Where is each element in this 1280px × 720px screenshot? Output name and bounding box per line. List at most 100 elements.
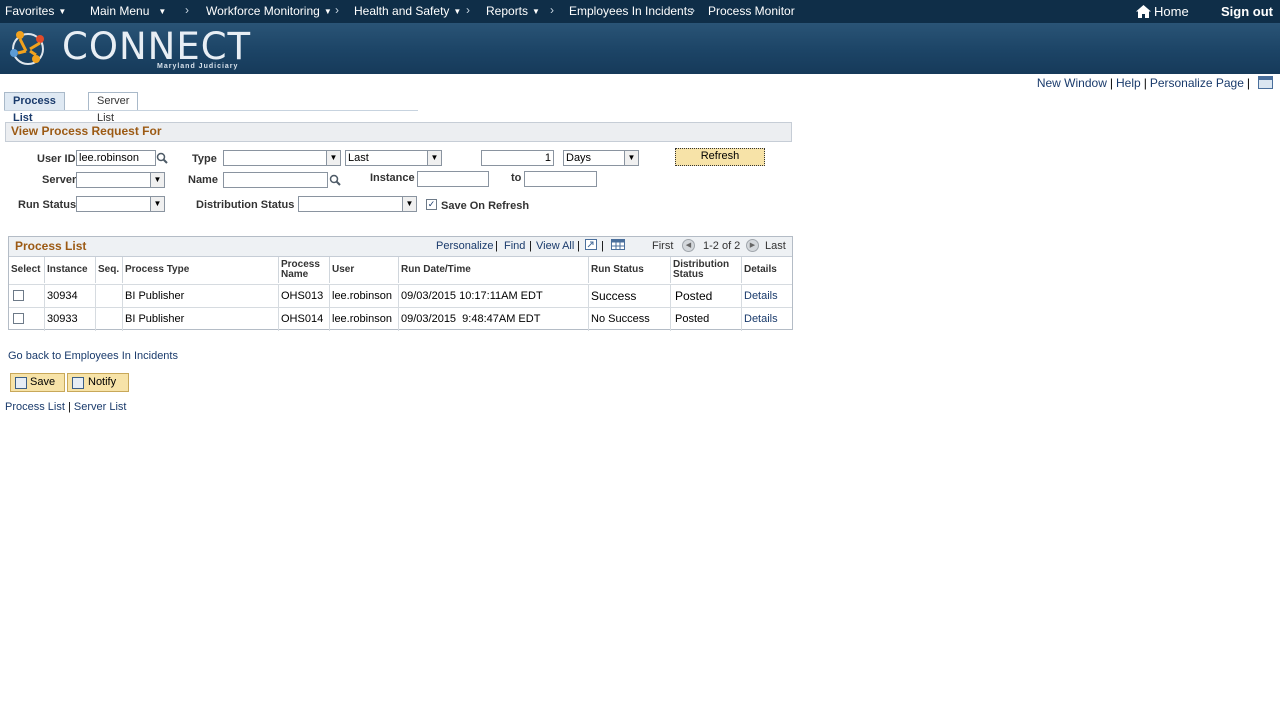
brand-name: CONNECT <box>62 25 252 68</box>
go-back-link[interactable]: Go back to Employees In Incidents <box>8 350 178 362</box>
time-count-input[interactable]: 1 <box>481 150 554 166</box>
separator: | <box>1143 76 1147 90</box>
brand-banner: CONNECT Maryland Judiciary <box>0 23 1280 74</box>
user-cell: lee.robinson <box>330 308 399 331</box>
nav-reports[interactable]: Reports ▼ <box>486 4 540 18</box>
type-label: Type <box>192 153 217 165</box>
grid-personalize-link[interactable]: Personalize <box>436 240 493 252</box>
save-button[interactable]: Save <box>10 373 65 392</box>
time-unit-select[interactable]: Days ▼ <box>563 150 639 166</box>
select-cell <box>9 285 45 308</box>
run-status-select[interactable]: ▼ <box>76 196 165 212</box>
zoom-grid-icon[interactable] <box>585 239 597 250</box>
user-id-input[interactable]: lee.robinson <box>76 150 156 166</box>
grid-title: Process List <box>15 239 87 253</box>
instance-label: Instance <box>370 172 415 184</box>
tab-process-list[interactable]: Process List <box>4 92 65 124</box>
separator: | <box>601 240 604 252</box>
process-type-cell: BI Publisher <box>123 285 279 308</box>
name-input[interactable] <box>223 172 328 188</box>
view-request-section-header: View Process Request For <box>5 122 792 142</box>
refresh-button[interactable]: Refresh <box>675 148 765 166</box>
previous-icon[interactable]: ◀ <box>682 239 695 252</box>
save-button-label: Save <box>30 376 56 388</box>
grid-find-link[interactable]: Find <box>504 240 525 252</box>
grid-last-link[interactable]: Last <box>765 240 786 252</box>
chevron-down-icon: ▼ <box>532 7 540 16</box>
distribution-status-select[interactable]: ▼ <box>298 196 417 212</box>
lookup-icon[interactable] <box>329 174 341 186</box>
instance-from-input[interactable] <box>417 171 489 187</box>
col-header-run-status: Run Status <box>589 257 671 283</box>
distribution-status-label: Distribution Status <box>196 199 295 211</box>
bottom-process-list-link[interactable]: Process List <box>5 401 65 413</box>
sign-out-link[interactable]: Sign out <box>1221 4 1273 19</box>
grid-first-link[interactable]: First <box>652 240 673 252</box>
save-on-refresh-checkbox[interactable]: ✓ <box>426 199 437 210</box>
home-icon <box>1136 5 1151 18</box>
brand-subtitle: Maryland Judiciary <box>157 63 239 70</box>
last-select[interactable]: Last ▼ <box>345 150 442 166</box>
col-header-details: Details <box>744 264 777 275</box>
chevron-down-icon: ▼ <box>402 197 416 211</box>
chevron-down-icon: ▼ <box>427 151 441 165</box>
lookup-icon[interactable] <box>156 152 168 164</box>
col-header-run-datetime: Run Date/Time <box>399 257 589 283</box>
bottom-server-list-link[interactable]: Server List <box>74 401 127 413</box>
details-link[interactable]: Details <box>742 285 792 308</box>
new-window-link[interactable]: New Window <box>1037 76 1107 90</box>
user-id-label: User ID <box>37 153 76 165</box>
table-row: 30933 BI Publisher OHS014 lee.robinson 0… <box>9 307 792 331</box>
breadcrumb-separator-icon: › <box>185 3 189 17</box>
nav-health-and-safety[interactable]: Health and Safety ▼ <box>354 4 461 18</box>
home-link[interactable]: Home <box>1136 4 1189 19</box>
server-select[interactable]: ▼ <box>76 172 165 188</box>
instance-to-input[interactable] <box>524 171 597 187</box>
process-list-grid: Process List Personalize | Find | View A… <box>8 236 793 331</box>
col-header-process-name: Process Name <box>279 257 330 283</box>
save-on-refresh-label: Save On Refresh <box>441 200 530 212</box>
run-status-cell: Success <box>589 285 671 308</box>
name-label: Name <box>188 174 218 186</box>
nav-favorites[interactable]: Favorites ▼ <box>5 4 66 18</box>
page-layout-icon[interactable] <box>1258 76 1273 89</box>
chevron-down-icon: ▼ <box>58 7 67 16</box>
next-icon[interactable]: ▶ <box>746 239 759 252</box>
nav-main-menu[interactable]: Main Menu ▼ <box>90 4 166 18</box>
process-name-cell: OHS014 <box>279 308 330 331</box>
separator: | <box>1246 76 1250 90</box>
type-select[interactable]: ▼ <box>223 150 341 166</box>
separator: | <box>1109 76 1113 90</box>
nav-process-monitor[interactable]: Process Monitor <box>708 4 795 18</box>
separator: | <box>529 240 532 252</box>
personalize-page-link[interactable]: Personalize Page <box>1150 76 1244 90</box>
chevron-down-icon: ▼ <box>453 7 462 16</box>
last-value: Last <box>348 152 369 164</box>
nav-employees-in-incidents[interactable]: Employees In Incidents <box>569 4 693 18</box>
to-label: to <box>511 172 522 184</box>
run-datetime-cell: 09/03/2015 10:17:11AM EDT <box>399 285 589 308</box>
row-select-checkbox[interactable] <box>13 313 24 324</box>
download-spreadsheet-icon[interactable] <box>611 239 625 250</box>
tab-server-list[interactable]: Server List <box>88 92 139 124</box>
details-link[interactable]: Details <box>742 308 792 331</box>
grid-view-all-link[interactable]: View All <box>536 240 574 252</box>
page-links: New Window | Help | Personalize Page | <box>1037 76 1253 90</box>
chevron-down-icon: ▼ <box>158 7 167 16</box>
col-header-distribution-status: Distribution Status <box>671 257 742 283</box>
help-link[interactable]: Help <box>1116 76 1141 90</box>
breadcrumb-separator-icon: › <box>335 3 339 17</box>
nav-health-label: Health and Safety <box>354 4 450 18</box>
nav-workforce-monitoring[interactable]: Workforce Monitoring ▼ <box>206 4 332 18</box>
chevron-down-icon: ▼ <box>326 151 340 165</box>
select-cell <box>9 308 45 331</box>
instance-cell: 30933 <box>45 308 96 331</box>
section-title: View Process Request For <box>11 124 162 138</box>
row-select-checkbox[interactable] <box>13 290 24 301</box>
notify-button[interactable]: Notify <box>67 373 129 392</box>
notify-icon <box>72 377 84 389</box>
run-status-label: Run Status <box>18 199 77 211</box>
top-nav-bar: Favorites ▼ Main Menu ▼ › Workforce Monito… <box>0 0 1280 23</box>
breadcrumb-separator-icon: › <box>550 3 554 17</box>
instance-cell: 30934 <box>45 285 96 308</box>
